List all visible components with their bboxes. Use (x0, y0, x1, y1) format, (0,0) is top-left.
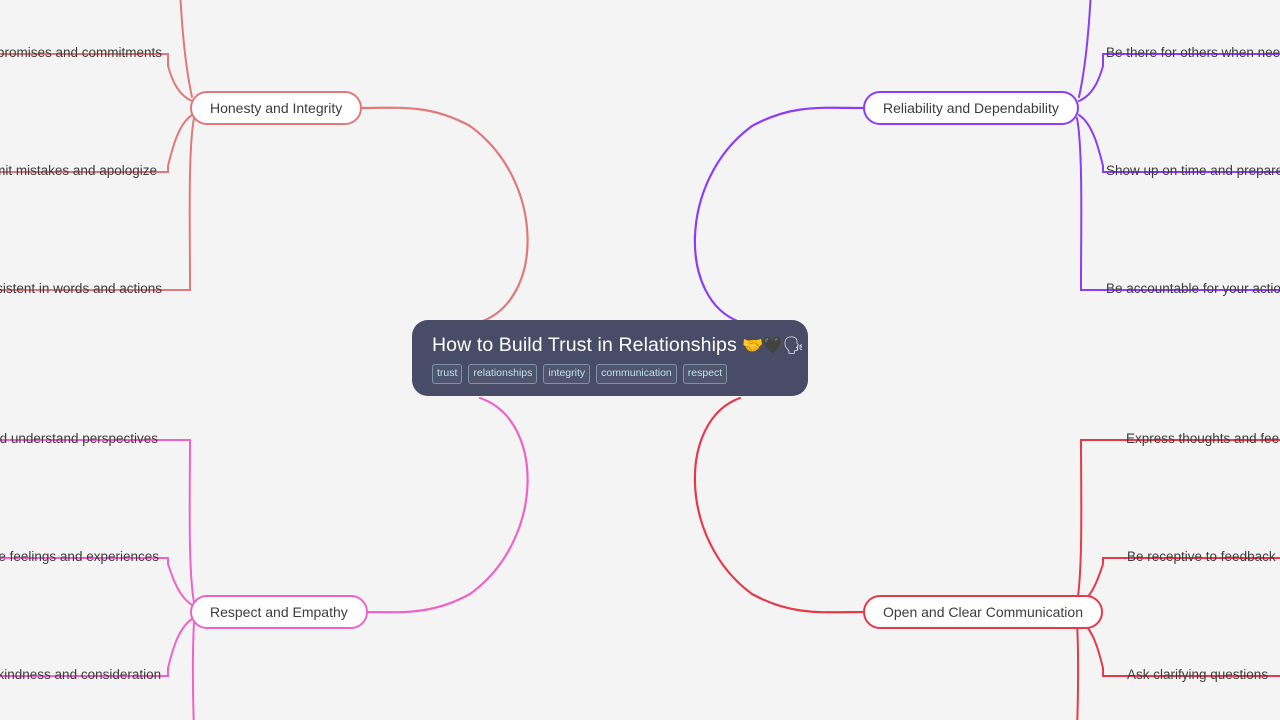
leaf-label: Be accountable for your actions (1106, 281, 1280, 296)
leaf-label: Show kindness and consideration (0, 667, 162, 682)
branch-node-honesty[interactable]: Honesty and Integrity (190, 91, 363, 125)
tag-respect[interactable]: respect (682, 364, 728, 384)
leaf-keep-promises[interactable]: Keep promises and commitments (0, 46, 162, 60)
leaf-validate-feelings[interactable]: Validate feelings and experiences (0, 550, 159, 564)
handshake-heart-speaking-head-icon: 🤝🖤🗣 (742, 336, 804, 355)
leaf-label: Express thoughts and feelings (1126, 431, 1280, 446)
central-node[interactable]: How to Build Trust in Relationships 🤝🖤🗣 … (412, 320, 808, 396)
leaf-label: Be receptive to feedback (1127, 549, 1276, 564)
leaf-label: Validate feelings and experiences (0, 549, 159, 564)
leaf-show-up-on-time[interactable]: Show up on time and prepared (1106, 164, 1280, 178)
mindmap-canvas: How to Build Trust in Relationships 🤝🖤🗣 … (0, 0, 1280, 720)
leaf-be-accountable[interactable]: Be accountable for your actions (1106, 282, 1280, 296)
tag-integrity[interactable]: integrity (543, 364, 591, 384)
leaf-label: Listen to and understand perspectives (0, 431, 158, 446)
central-node-tag-row: trust relationships integrity communicat… (432, 364, 788, 384)
leaf-label: Be consistent in words and actions (0, 281, 162, 296)
leaf-ask-clarifying[interactable]: Ask clarifying questions (1127, 668, 1268, 682)
branch-label-reliability: Reliability and Dependability (883, 100, 1059, 116)
leaf-label: Ask clarifying questions (1127, 667, 1269, 682)
leaf-label: Be there for others when needed (1106, 45, 1280, 60)
branch-label-honesty: Honesty and Integrity (210, 100, 343, 116)
branch-label-communication: Open and Clear Communication (883, 604, 1083, 620)
central-node-title-text: How to Build Trust in Relationships (432, 334, 737, 356)
leaf-be-receptive[interactable]: Be receptive to feedback (1127, 550, 1276, 564)
branch-node-reliability[interactable]: Reliability and Dependability (863, 91, 1079, 125)
leaf-express-thoughts[interactable]: Express thoughts and feelings (1126, 432, 1280, 446)
tag-trust[interactable]: trust (432, 364, 463, 384)
branch-label-respect: Respect and Empathy (210, 604, 348, 620)
central-node-title: How to Build Trust in Relationships 🤝🖤🗣 (432, 334, 804, 357)
tag-relationships[interactable]: relationships (468, 364, 538, 384)
branch-node-respect[interactable]: Respect and Empathy (190, 595, 368, 629)
leaf-show-kindness[interactable]: Show kindness and consideration (0, 667, 162, 682)
leaf-label: Show up on time and prepared (1106, 163, 1280, 178)
leaf-listen-understand[interactable]: Listen to and understand perspectives (0, 432, 158, 446)
leaf-admit-mistakes[interactable]: Admit mistakes and apologize (0, 164, 157, 178)
leaf-be-there-for-others[interactable]: Be there for others when needed (1106, 46, 1280, 60)
tag-communication[interactable]: communication (596, 364, 677, 384)
leaf-label: Keep promises and commitments (0, 45, 162, 60)
leaf-be-consistent[interactable]: Be consistent in words and actions (0, 282, 162, 296)
branch-node-communication[interactable]: Open and Clear Communication (863, 595, 1103, 629)
leaf-label: Admit mistakes and apologize (0, 163, 157, 178)
